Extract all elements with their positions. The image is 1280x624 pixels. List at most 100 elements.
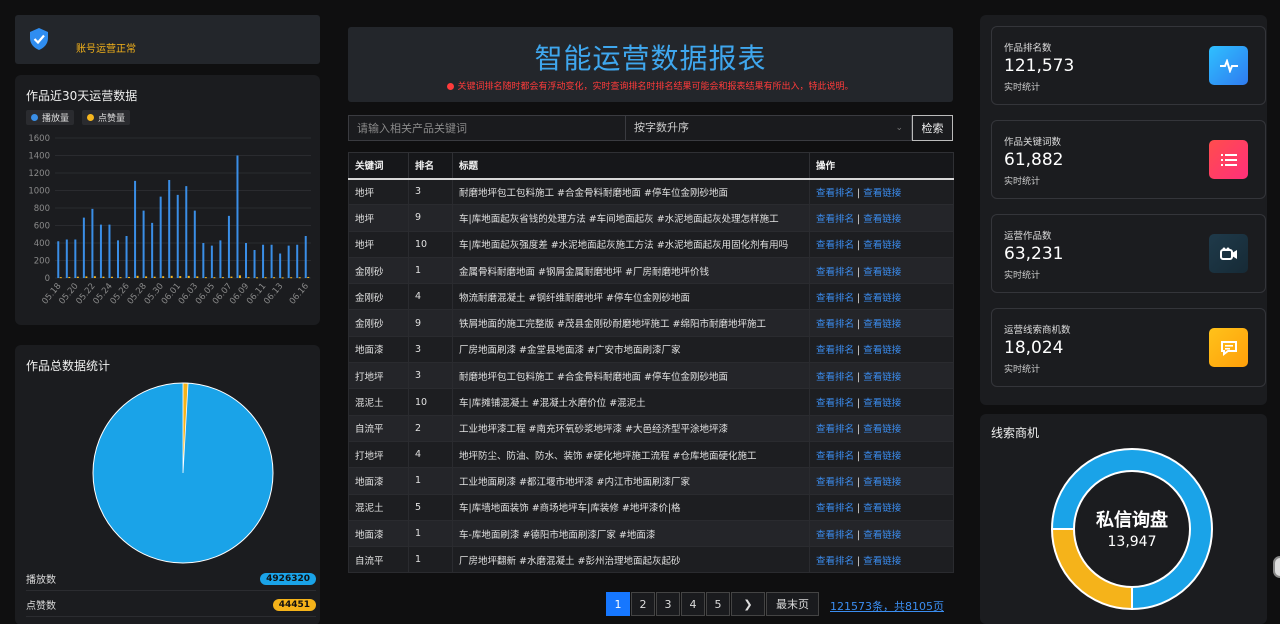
pagination-info-link[interactable]: 121573条，共8105页 [830,598,944,614]
cell-keyword: 地面漆 [348,519,409,548]
bar-like [290,277,293,279]
bar-play [219,240,222,278]
x-tick-label: 06.13 [262,282,285,307]
view-link-link[interactable]: 查看链接 [863,530,901,541]
view-link-link[interactable]: 查看链接 [863,477,901,488]
total-stats-panel: 作品总数据统计 播放数 4926320 点赞数 44451 [15,345,320,624]
view-rank-link[interactable]: 查看排名 [816,424,854,435]
view-rank-link[interactable]: 查看排名 [816,530,854,541]
view-rank-link[interactable]: 查看排名 [816,398,854,409]
cell-title: 地坪防尘、防油、防水、装饰 #硬化地坪施工流程 #仓库地面硬化施工 [452,440,810,469]
cell-rank: 1 [408,519,453,548]
bar-play [262,244,265,278]
view-link-link[interactable]: 查看链接 [863,398,901,409]
view-rank-link[interactable]: 查看排名 [816,477,854,488]
bar-like [230,276,233,278]
bar-like [307,276,310,278]
view-rank-link[interactable]: 查看排名 [816,214,854,225]
view-rank-link[interactable]: 查看排名 [816,503,854,514]
x-tick-label: 06.16 [288,282,311,307]
cell-actions: 查看排名 | 查看链接 [809,335,954,364]
view-link-link[interactable]: 查看链接 [863,345,901,356]
action-separator: | [857,319,861,331]
view-rank-link[interactable]: 查看排名 [816,451,854,462]
page-2-button[interactable]: 2 [631,592,655,616]
page-3-button[interactable]: 3 [656,592,680,616]
bar-play [125,236,128,278]
card-sub: 实时统计 [1004,83,1041,93]
search-button[interactable]: 检索 [912,115,953,141]
page-1-button[interactable]: 1 [606,592,630,616]
bar-play [159,196,162,278]
legend-like[interactable]: 点赞量 [82,110,131,125]
view-link-link[interactable]: 查看链接 [863,372,901,383]
bar-like [85,276,88,278]
view-rank-link[interactable]: 查看排名 [816,372,854,383]
view-link-link[interactable]: 查看链接 [863,503,901,514]
view-link-link[interactable]: 查看链接 [863,556,901,567]
cell-actions: 查看排名 | 查看链接 [809,309,954,337]
view-link-link[interactable]: 查看链接 [863,188,901,199]
next-page-button[interactable]: ❯ [731,592,765,616]
y-tick-label: 0 [45,274,50,284]
bar-like [162,276,165,278]
bar-play [236,155,239,278]
cell-keyword: 地坪 [348,177,409,206]
cell-title: 车|库墙地面装饰 #商场地坪车|库装修 #地坪漆价|格 [452,493,810,521]
table-row: 地坪 9 车|库地面起灰省钱的处理方法 #车间地面起灰 #水泥地面起灰处理怎样施工查… [348,204,954,232]
bar-like [221,277,224,279]
cell-rank: 5 [408,493,453,521]
view-link-link[interactable]: 查看链接 [863,267,901,278]
table-row: 地坪 10 车|库地面起灰强度差 #水泥地面起灰施工方法 #水泥地面起灰用固化剂有用… [348,230,954,258]
trend-chart-panel: 作品近30天运营数据 播放量 点赞量 0 200 400 600 800 1000 1200… [15,75,320,325]
action-separator: | [857,240,861,252]
view-rank-link[interactable]: 查看排名 [816,319,854,330]
cell-actions: 查看排名 | 查看链接 [809,440,954,469]
pagination: 1 2 3 4 5 ❯ 最末页 [606,592,820,616]
view-link-link[interactable]: 查看链接 [863,240,901,251]
bar-play [279,253,282,278]
bar-play [151,222,154,278]
legend-play[interactable]: 播放量 [26,110,75,125]
view-link-link[interactable]: 查看链接 [863,293,901,304]
side-toggle-handle[interactable] [1273,556,1280,578]
view-link-link[interactable]: 查看链接 [863,214,901,225]
cell-actions: 查看排名 | 查看链接 [809,467,954,495]
activity-icon [1209,46,1248,85]
page-5-button[interactable]: 5 [706,592,730,616]
view-rank-link[interactable]: 查看排名 [816,556,854,567]
bar-like [136,275,139,278]
bar-play [82,217,85,278]
view-rank-link[interactable]: 查看排名 [816,188,854,199]
cell-title: 车|库地面起灰强度差 #水泥地面起灰施工方法 #水泥地面起灰用固化剂有用吗 [452,230,810,258]
cell-rank: 3 [408,362,453,390]
view-rank-link[interactable]: 查看排名 [816,240,854,251]
keyword-search-input[interactable] [348,115,626,141]
sort-select[interactable]: 按字数升序 ⌄ [626,115,912,141]
action-separator: | [857,266,861,278]
bar-like [213,277,216,279]
bar-like [187,275,190,278]
bar-like [273,277,276,279]
view-link-link[interactable]: 查看链接 [863,319,901,330]
view-rank-link[interactable]: 查看排名 [816,345,854,356]
view-rank-link[interactable]: 查看排名 [816,267,854,278]
cell-rank: 4 [408,283,453,311]
cell-title: 工业地坪漆工程 #南充环氧砂浆地坪漆 #大邑经济型平涂地坪漆 [452,414,810,442]
view-link-link[interactable]: 查看链接 [863,424,901,435]
view-link-link[interactable]: 查看链接 [863,451,901,462]
stat-badge: 44451 [272,598,316,611]
bar-like [179,276,182,278]
bar-play [193,210,196,278]
view-rank-link[interactable]: 查看排名 [816,293,854,304]
bar-play [65,239,68,278]
cell-rank: 1 [408,256,453,285]
bar-play [117,240,119,278]
action-separator: | [857,555,861,567]
cell-title: 车|库地面起灰省钱的处理方法 #车间地面起灰 #水泥地面起灰处理怎样施工 [452,204,810,232]
cell-title: 物流耐磨混凝土 #钢纤维耐磨地坪 #停车位金刚砂地面 [452,283,810,311]
page-4-button[interactable]: 4 [681,592,705,616]
action-separator: | [857,187,861,199]
last-page-button[interactable]: 最末页 [766,592,819,616]
y-tick-label: 600 [34,222,50,232]
